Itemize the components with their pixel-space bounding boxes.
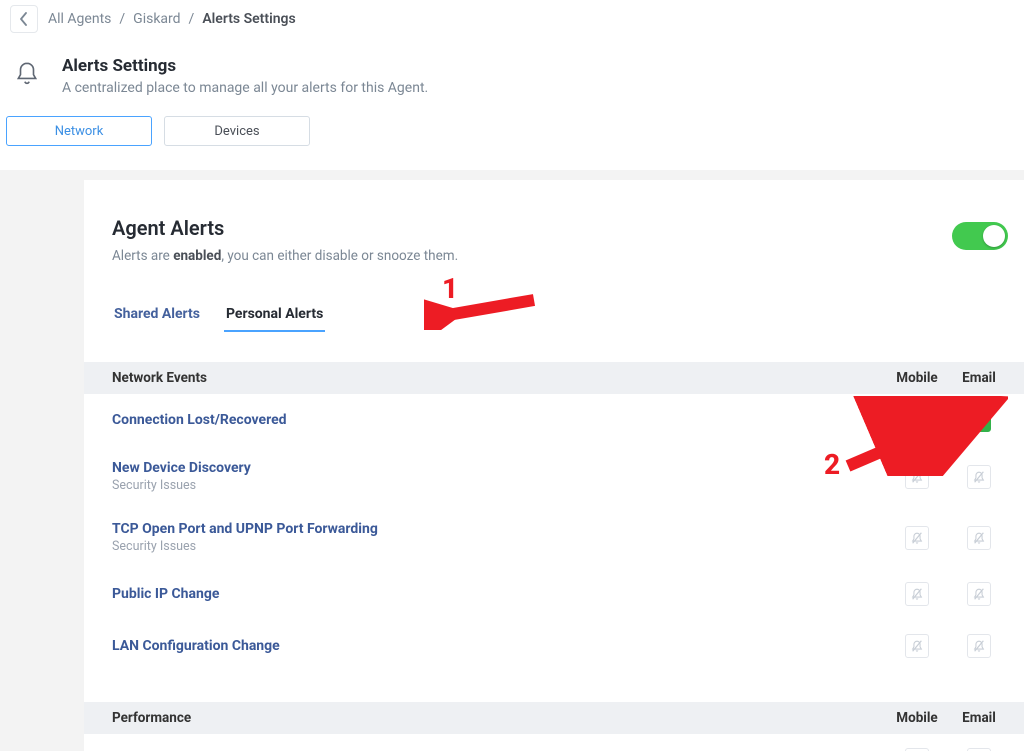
tab-shared-alerts[interactable]: Shared Alerts bbox=[112, 300, 202, 332]
tab-devices[interactable]: Devices bbox=[164, 116, 310, 146]
event-row: Network Performance bbox=[84, 734, 1024, 751]
event-row: New Device Discovery Security Issues bbox=[84, 446, 1024, 507]
breadcrumb-leaf: Alerts Settings bbox=[202, 11, 295, 27]
event-subtitle: Security Issues bbox=[112, 539, 886, 554]
card-title: Agent Alerts bbox=[112, 216, 458, 240]
connection-lost-recovered-email-toggle[interactable] bbox=[967, 408, 991, 432]
back-button[interactable] bbox=[10, 5, 38, 33]
breadcrumb-root[interactable]: All Agents bbox=[48, 11, 111, 27]
connection-lost-recovered-mobile-toggle[interactable] bbox=[905, 408, 929, 432]
breadcrumb-mid[interactable]: Giskard bbox=[133, 11, 180, 27]
card-subtitle: Alerts are enabled, you can either disab… bbox=[112, 248, 458, 264]
section-name: Performance bbox=[112, 710, 191, 726]
breadcrumb: All Agents / Giskard / Alerts Settings bbox=[48, 11, 296, 27]
col-mobile: Mobile bbox=[886, 710, 948, 726]
page-title: Alerts Settings bbox=[62, 56, 428, 76]
toggle-knob bbox=[983, 225, 1005, 247]
section-name: Network Events bbox=[112, 370, 207, 386]
event-title[interactable]: Connection Lost/Recovered bbox=[112, 412, 886, 428]
event-row: TCP Open Port and UPNP Port Forwarding Se… bbox=[84, 507, 1024, 568]
event-subtitle: Security Issues bbox=[112, 478, 886, 493]
event-title[interactable]: Public IP Change bbox=[112, 586, 886, 602]
event-title[interactable]: New Device Discovery bbox=[112, 460, 886, 476]
lan-configuration-change-mobile-toggle[interactable] bbox=[905, 634, 929, 658]
event-row: LAN Configuration Change bbox=[84, 620, 1024, 672]
new-device-discovery-mobile-toggle[interactable] bbox=[905, 465, 929, 489]
col-email: Email bbox=[948, 710, 1010, 726]
alerts-enabled-toggle[interactable] bbox=[952, 222, 1008, 250]
tcp-open-port-and-upnp-port-forwarding-mobile-toggle[interactable] bbox=[905, 526, 929, 550]
new-device-discovery-email-toggle[interactable] bbox=[967, 465, 991, 489]
breadcrumb-sep: / bbox=[119, 11, 125, 27]
lan-configuration-change-email-toggle[interactable] bbox=[967, 634, 991, 658]
page-subtitle: A centralized place to manage all your a… bbox=[62, 80, 428, 96]
tcp-open-port-and-upnp-port-forwarding-email-toggle[interactable] bbox=[967, 526, 991, 550]
event-title[interactable]: LAN Configuration Change bbox=[112, 638, 886, 654]
section-header: Performance MobileEmail bbox=[84, 702, 1024, 734]
tab-personal-alerts[interactable]: Personal Alerts bbox=[224, 300, 325, 332]
card-sub-post: , you can either disable or snooze them. bbox=[221, 248, 458, 264]
tab-network[interactable]: Network bbox=[6, 116, 152, 146]
section-header: Network Events MobileEmail bbox=[84, 362, 1024, 394]
chevron-left-icon bbox=[19, 12, 29, 26]
bell-icon bbox=[10, 56, 44, 86]
card-sub-pre: Alerts are bbox=[112, 248, 173, 264]
public-ip-change-email-toggle[interactable] bbox=[967, 582, 991, 606]
event-row: Public IP Change bbox=[84, 568, 1024, 620]
card-sub-bold: enabled bbox=[173, 248, 221, 264]
col-mobile: Mobile bbox=[886, 370, 948, 386]
public-ip-change-mobile-toggle[interactable] bbox=[905, 582, 929, 606]
breadcrumb-sep: / bbox=[189, 11, 195, 27]
event-row: Connection Lost/Recovered bbox=[84, 394, 1024, 446]
col-email: Email bbox=[948, 370, 1010, 386]
event-title[interactable]: TCP Open Port and UPNP Port Forwarding bbox=[112, 521, 886, 537]
